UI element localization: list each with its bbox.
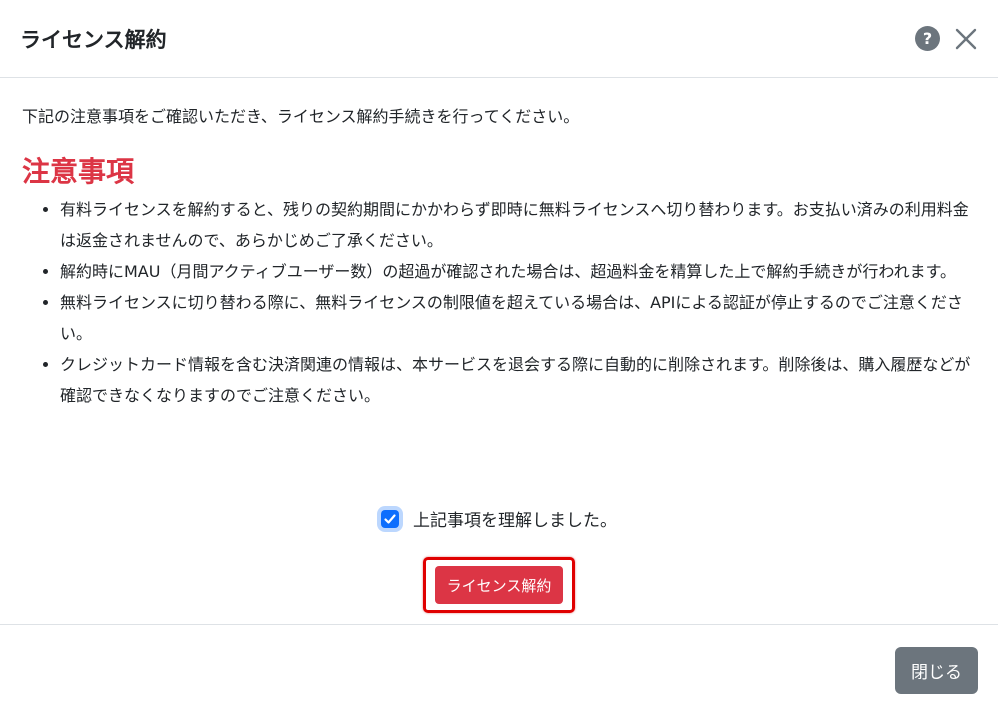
action-wrap: ライセンス解約 bbox=[0, 557, 998, 613]
intro-text: 下記の注意事項をご確認いただき、ライセンス解約手続きを行ってください。 bbox=[22, 107, 580, 126]
question-circle-icon[interactable]: ? bbox=[915, 26, 940, 51]
notice-item: 解約時にMAU（月間アクティブユーザー数）の超過が確認された場合は、超過料金を精… bbox=[60, 256, 976, 287]
notice-item: 有料ライセンスを解約すると、残りの契約期間にかかわらず即時に無料ライセンスへ切り… bbox=[60, 194, 976, 256]
close-icon[interactable] bbox=[952, 25, 980, 53]
notice-heading: 注意事項 bbox=[22, 155, 135, 188]
notice-item: 無料ライセンスに切り替わる際に、無料ライセンスの制限値を超えている場合は、API… bbox=[60, 287, 976, 349]
dialog-footer: 閉じる bbox=[0, 625, 998, 713]
cancel-license-button[interactable]: ライセンス解約 bbox=[434, 566, 564, 604]
notice-item: クレジットカード情報を含む決済関連の情報は、本サービスを退会する際に自動的に削除… bbox=[60, 349, 976, 411]
confirm-label[interactable]: 上記事項を理解しました。 bbox=[413, 506, 617, 531]
dialog-body: 下記の注意事項をご確認いただき、ライセンス解約手続きを行ってください。 注意事項… bbox=[0, 78, 998, 625]
confirm-row: 上記事項を理解しました。 bbox=[0, 506, 998, 531]
dialog-title: ライセンス解約 bbox=[20, 27, 167, 52]
highlight-outline: ライセンス解約 bbox=[422, 557, 576, 613]
license-cancel-dialog: ライセンス解約 ? 下記の注意事項をご確認いただき、ライセンス解約手続きを行って… bbox=[0, 0, 998, 713]
confirm-checkbox[interactable] bbox=[381, 509, 399, 528]
checkmark-icon bbox=[384, 513, 396, 524]
dialog-header: ライセンス解約 ? bbox=[0, 0, 998, 78]
close-button[interactable]: 閉じる bbox=[895, 646, 978, 694]
notice-list: 有料ライセンスを解約すると、残りの契約期間にかかわらず即時に無料ライセンスへ切り… bbox=[22, 194, 976, 411]
